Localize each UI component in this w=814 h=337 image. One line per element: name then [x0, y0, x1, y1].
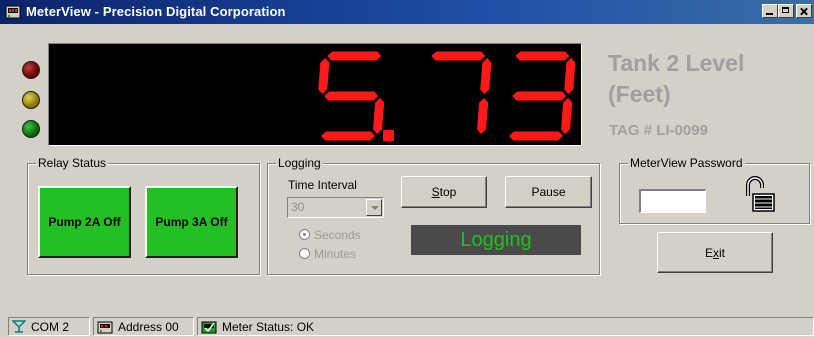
- pause-button[interactable]: Pause: [505, 176, 592, 208]
- digit-0-segment-f: [318, 58, 330, 94]
- exit-label-post: it: [719, 245, 725, 260]
- digit-1-segment-c: [477, 98, 489, 134]
- tank-title: Tank 2 Level (Feet): [608, 50, 745, 107]
- minimize-button[interactable]: [762, 4, 778, 18]
- password-legend: MeterView Password: [628, 156, 745, 170]
- meterview-window: MeterView - Precision Digital Corporatio…: [0, 0, 814, 337]
- digit-0-segment-c: [373, 98, 385, 134]
- logging-group: Logging Time Interval 30 Seconds Minutes…: [267, 156, 600, 275]
- alarm-led-red: [22, 61, 40, 79]
- alarm-led-green: [22, 120, 40, 138]
- meter-status-icon: [201, 321, 217, 333]
- meter-status-panel: Meter Status: OK: [197, 317, 814, 336]
- close-button[interactable]: [796, 4, 812, 18]
- digit-1-segment-b: [480, 58, 492, 94]
- digital-display: 5.73: [48, 43, 582, 146]
- exit-label-pre: E: [704, 245, 713, 260]
- digit-2-segment-c: [561, 98, 573, 134]
- password-input[interactable]: [639, 189, 706, 213]
- logging-legend: Logging: [276, 156, 323, 170]
- address-panel: Address 00: [93, 317, 194, 336]
- window-title: MeterView - Precision Digital Corporatio…: [26, 4, 286, 19]
- address-text: Address 00: [118, 319, 179, 334]
- logging-status-indicator: Logging: [411, 225, 581, 255]
- seconds-label: Seconds: [314, 228, 361, 242]
- alarm-led-yellow: [22, 91, 40, 109]
- com-port-panel: COM 2: [8, 317, 90, 336]
- time-interval-select[interactable]: 30: [287, 197, 384, 218]
- title-bar[interactable]: MeterView - Precision Digital Corporatio…: [0, 0, 814, 24]
- digit-2-segment-b: [564, 58, 576, 94]
- meterview-app-icon: [5, 5, 21, 19]
- digit-2-segment-a: [515, 51, 570, 61]
- chevron-down-icon[interactable]: [366, 199, 382, 216]
- com-port-text: COM 2: [31, 319, 70, 334]
- stop-button[interactable]: Stop: [401, 176, 487, 208]
- pump-3a-button[interactable]: Pump 3A Off: [145, 186, 238, 258]
- seconds-radio[interactable]: Seconds: [299, 228, 361, 242]
- tag-number: TAG # LI-0099: [609, 122, 708, 139]
- stop-label-accel: S: [431, 185, 440, 199]
- relay-status-group: Relay Status Pump 2A Off Pump 3A Off: [27, 156, 260, 275]
- password-group: MeterView Password: [619, 156, 810, 224]
- unlocked-padlock-icon[interactable]: [742, 176, 778, 214]
- radio-unselected-icon: [299, 248, 310, 259]
- pump-2a-button[interactable]: Pump 2A Off: [38, 186, 131, 258]
- digit-2-segment-g: [512, 91, 567, 101]
- meter-status-text: Meter Status: OK: [222, 319, 315, 334]
- maximize-button[interactable]: [778, 4, 794, 18]
- seven-segment-readout: [318, 51, 576, 141]
- digit-0-segment-d: [321, 131, 375, 141]
- digit-0-segment-a: [327, 51, 382, 61]
- exit-button[interactable]: Ex it: [657, 232, 773, 273]
- address-icon: [97, 321, 113, 333]
- radio-selected-icon: [299, 229, 310, 240]
- time-interval-value: 30: [291, 200, 305, 214]
- digit-1-segment-a: [431, 51, 486, 61]
- time-interval-label: Time Interval: [288, 178, 357, 192]
- com-port-icon: [12, 320, 26, 333]
- digit-2-segment-d: [509, 131, 563, 141]
- minutes-radio[interactable]: Minutes: [299, 247, 356, 261]
- decimal-point: [383, 130, 394, 141]
- stop-label-post: top: [439, 185, 457, 199]
- status-bar: COM 2 Address 00 Meter Status: OK: [0, 315, 814, 337]
- digit-0-segment-g: [324, 91, 379, 101]
- minutes-label: Minutes: [314, 247, 357, 261]
- relay-status-legend: Relay Status: [36, 156, 109, 170]
